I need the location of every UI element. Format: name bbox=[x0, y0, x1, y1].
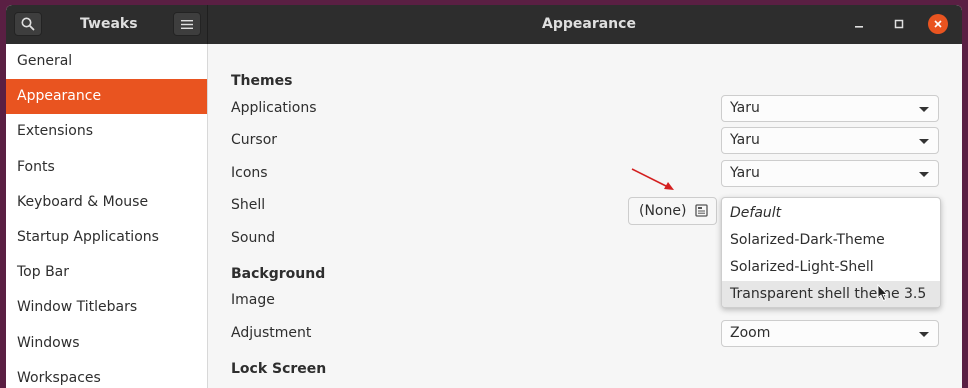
tweaks-window: Tweaks Appearance General Appearance Ext… bbox=[6, 5, 962, 388]
hamburger-menu-icon bbox=[181, 19, 193, 29]
background-heading: Background bbox=[231, 266, 326, 282]
cursor-label: Cursor bbox=[231, 132, 278, 148]
sidebar-item-fonts[interactable]: Fonts bbox=[6, 150, 207, 185]
dropdown-arrow-icon bbox=[919, 172, 929, 177]
shell-option-transparent[interactable]: Transparent shell theme 3.5 bbox=[722, 281, 940, 307]
sidebar-item-keyboard-mouse[interactable]: Keyboard & Mouse bbox=[6, 185, 207, 220]
menu-button[interactable] bbox=[173, 12, 201, 36]
close-icon bbox=[928, 14, 948, 34]
icons-theme-select[interactable]: Yaru bbox=[721, 160, 939, 187]
close-button[interactable] bbox=[927, 13, 949, 35]
adjustment-value: Zoom bbox=[730, 325, 771, 341]
sidebar-item-appearance[interactable]: Appearance bbox=[6, 79, 207, 115]
mouse-pointer-icon bbox=[877, 284, 889, 302]
page-title: Appearance bbox=[542, 16, 636, 32]
adjustment-label: Adjustment bbox=[231, 325, 312, 341]
image-label: Image bbox=[231, 292, 275, 308]
shell-option-default[interactable]: Default bbox=[722, 200, 940, 227]
sidebar-item-general[interactable]: General bbox=[6, 44, 207, 79]
annotation-arrow bbox=[631, 168, 674, 190]
shell-label: Shell bbox=[231, 197, 266, 213]
shell-option-solarized-light[interactable]: Solarized-Light-Shell bbox=[722, 254, 940, 281]
sidebar-title: Tweaks bbox=[80, 16, 138, 32]
search-button[interactable] bbox=[14, 12, 42, 36]
dropdown-arrow-icon bbox=[919, 139, 929, 144]
themes-heading: Themes bbox=[231, 73, 293, 89]
sound-label: Sound bbox=[231, 230, 276, 246]
sidebar-item-window-titlebars[interactable]: Window Titlebars bbox=[6, 290, 207, 325]
applications-label: Applications bbox=[231, 100, 317, 116]
shell-theme-button[interactable]: (None) bbox=[628, 197, 717, 225]
shell-theme-popup: Default Solarized-Dark-Theme Solarized-L… bbox=[721, 197, 941, 308]
sidebar-item-workspaces[interactable]: Workspaces bbox=[6, 361, 207, 388]
search-icon bbox=[21, 17, 35, 31]
sidebar-item-top-bar[interactable]: Top Bar bbox=[6, 255, 207, 290]
applications-theme-select[interactable]: Yaru bbox=[721, 95, 939, 122]
sidebar-item-windows[interactable]: Windows bbox=[6, 326, 207, 361]
header-bar: Tweaks Appearance bbox=[6, 5, 962, 44]
cursor-theme-select[interactable]: Yaru bbox=[721, 127, 939, 154]
maximize-button[interactable] bbox=[888, 13, 910, 35]
appearance-panel: Themes Applications Yaru Cursor Yaru Ico… bbox=[208, 44, 962, 388]
cursor-theme-value: Yaru bbox=[730, 132, 760, 148]
shell-option-transparent-label: Transparent shell theme 3.5 bbox=[730, 286, 927, 302]
sidebar-item-extensions[interactable]: Extensions bbox=[6, 114, 207, 149]
shell-option-solarized-dark[interactable]: Solarized-Dark-Theme bbox=[722, 227, 940, 254]
dropdown-arrow-icon bbox=[919, 332, 929, 337]
minimize-button[interactable] bbox=[848, 13, 870, 35]
sidebar-item-startup-applications[interactable]: Startup Applications bbox=[6, 220, 207, 255]
file-open-icon bbox=[695, 204, 708, 217]
maximize-icon bbox=[894, 19, 904, 29]
minimize-icon bbox=[855, 26, 863, 28]
dropdown-arrow-icon bbox=[919, 107, 929, 112]
shell-theme-value: (None) bbox=[639, 203, 687, 219]
icons-theme-value: Yaru bbox=[730, 165, 760, 181]
icons-label: Icons bbox=[231, 165, 268, 181]
applications-theme-value: Yaru bbox=[730, 100, 760, 116]
sidebar: General Appearance Extensions Fonts Keyb… bbox=[6, 44, 208, 388]
adjustment-select[interactable]: Zoom bbox=[721, 320, 939, 347]
lock-screen-heading: Lock Screen bbox=[231, 361, 327, 377]
header-separator bbox=[207, 5, 208, 44]
